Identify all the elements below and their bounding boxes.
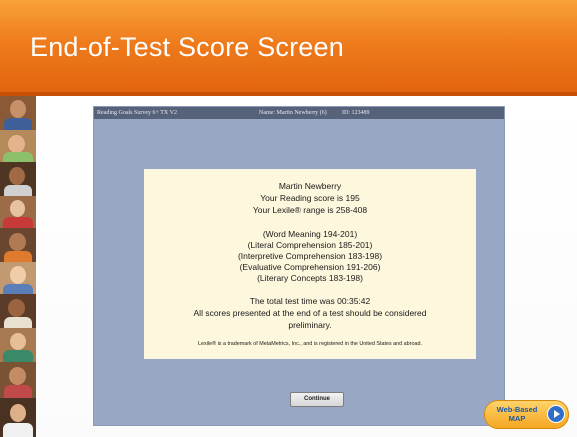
disclaimer-text: All scores presented at the end of a tes…: [193, 308, 427, 318]
student-photo: [0, 328, 36, 362]
map-badge-label: Web-Based MAP: [491, 405, 543, 423]
student-photo: [0, 96, 36, 130]
student-photo: [0, 196, 36, 228]
goal-score: (Interpretive Comprehension 183-198): [237, 251, 383, 261]
slide-title: End-of-Test Score Screen: [30, 32, 344, 62]
web-based-map-button[interactable]: Web-Based MAP: [484, 400, 569, 429]
lexile-range: Your Lexile® range is 258-408: [252, 205, 368, 215]
continue-button[interactable]: Continue: [290, 392, 344, 407]
student-photo: [0, 294, 36, 328]
title-bar: End-of-Test Score Screen: [0, 0, 577, 96]
reading-score: Your Reading score is 195: [260, 193, 360, 203]
score-panel: Martin Newberry Your Reading score is 19…: [144, 169, 476, 359]
disclaimer-text-continued: preliminary.: [288, 320, 332, 330]
student-photo: [0, 362, 36, 398]
map-badge-line2: MAP: [508, 414, 526, 423]
play-arrow-icon: [547, 405, 565, 423]
test-window: Reading Goals Survey 6+ TX V2 Name: Mart…: [93, 106, 505, 426]
map-badge-line1: Web-Based: [496, 405, 538, 414]
student-photo: [0, 262, 36, 294]
student-photo: [0, 228, 36, 262]
test-status-bar: Reading Goals Survey 6+ TX V2 Name: Mart…: [94, 107, 504, 119]
goal-score: (Literal Comprehension 185-201): [247, 240, 373, 250]
student-photo-strip: [0, 96, 36, 437]
total-test-time: The total test time was 00:35:42: [249, 296, 371, 306]
student-name: Name: Martin Newberry (6): [259, 110, 327, 116]
student-photo: [0, 398, 36, 437]
student-id: ID: 123489: [342, 110, 370, 116]
test-name: Reading Goals Survey 6+ TX V2: [97, 110, 177, 116]
goal-score: (Literary Concepts 183-198): [257, 273, 363, 283]
student-photo: [0, 130, 36, 162]
goal-score: (Word Meaning 194-201): [262, 229, 358, 239]
goal-score: (Evaluative Comprehension 191-206): [239, 262, 381, 272]
student-photo: [0, 162, 36, 196]
student-name-heading: Martin Newberry: [278, 181, 342, 191]
slide: End-of-Test Score Screen Reading Goals S…: [0, 0, 577, 437]
lexile-trademark-notice: Lexile® is a trademark of MetaMetrics, I…: [198, 341, 422, 347]
